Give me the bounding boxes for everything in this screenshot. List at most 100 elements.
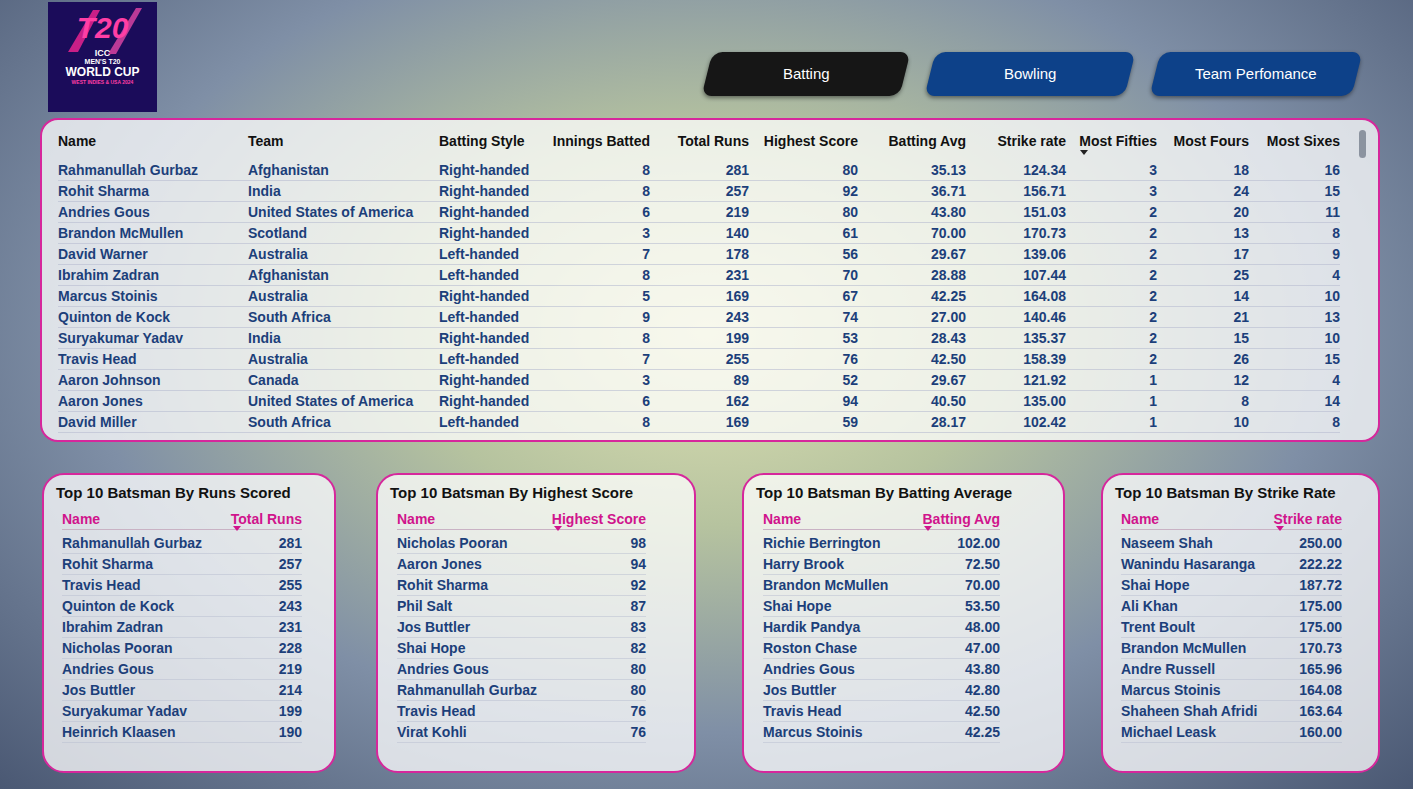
card-row[interactable]: Naseem Shah250.00 [1121, 533, 1342, 554]
card-row[interactable]: Shai Hope187.72 [1121, 575, 1342, 596]
column-label[interactable]: Most Fifties [1079, 131, 1157, 152]
column-header[interactable]: Highest Score [552, 507, 646, 531]
table-row[interactable]: Marcus StoinisAustraliaRight-handed51696… [58, 286, 1340, 307]
scrollbar-thumb[interactable] [1359, 130, 1366, 158]
column-label[interactable]: Most Fours [1174, 131, 1249, 152]
card-row[interactable]: Andries Gous219 [62, 659, 302, 680]
card-row[interactable]: Andre Russell165.96 [1121, 659, 1342, 680]
column-label[interactable]: Name [58, 131, 96, 152]
card-row[interactable]: Quinton de Kock243 [62, 596, 302, 617]
table-row[interactable]: Travis HeadAustraliaLeft-handed72557642.… [58, 349, 1340, 370]
table-row[interactable]: Brandon McMullenScotlandRight-handed3140… [58, 223, 1340, 244]
card-row[interactable]: Rohit Sharma92 [397, 575, 646, 596]
card-row[interactable]: Suryakumar Yadav199 [62, 701, 302, 722]
column-label[interactable]: Strike rate [1274, 511, 1342, 527]
card-row[interactable]: Hardik Pandya48.00 [763, 617, 1000, 638]
column-header[interactable]: Most Fours [1157, 130, 1249, 152]
table-row[interactable]: Andries GousUnited States of AmericaRigh… [58, 202, 1340, 223]
table-row[interactable]: Rohit SharmaIndiaRight-handed82579236.71… [58, 181, 1340, 202]
column-header[interactable]: Name [1121, 507, 1159, 531]
column-header[interactable]: Name [397, 507, 435, 531]
column-header[interactable]: Strike rate [966, 130, 1066, 152]
column-label[interactable]: Name [1121, 511, 1159, 527]
table-row[interactable]: David WarnerAustraliaLeft-handed71785629… [58, 244, 1340, 265]
tab-label[interactable]: Batting [783, 63, 830, 86]
card-row[interactable]: Shai Hope53.50 [763, 596, 1000, 617]
card-row[interactable]: Travis Head76 [397, 701, 646, 722]
table-row[interactable]: Suryakumar YadavIndiaRight-handed8199532… [58, 328, 1340, 349]
table-row[interactable]: Ibrahim ZadranAfghanistanLeft-handed8231… [58, 265, 1340, 286]
card-row[interactable]: Roston Chase47.00 [763, 638, 1000, 659]
column-label[interactable]: Batting Avg [888, 131, 966, 152]
card-row[interactable]: Shai Hope82 [397, 638, 646, 659]
column-label[interactable]: Highest Score [764, 131, 858, 152]
column-label[interactable]: Highest Score [552, 511, 646, 527]
card-row[interactable]: Trent Boult175.00 [1121, 617, 1342, 638]
card-row[interactable]: Richie Berrington102.00 [763, 533, 1000, 554]
column-label[interactable]: Most Sixes [1267, 131, 1340, 152]
card-row[interactable]: Ali Khan175.00 [1121, 596, 1342, 617]
tab-label[interactable]: Bowling [1004, 63, 1057, 86]
column-header[interactable]: Highest Score [749, 130, 858, 152]
column-label[interactable]: Total Runs [231, 511, 302, 527]
card-row[interactable]: Michael Leask160.00 [1121, 722, 1342, 743]
card-row[interactable]: Wanindu Hasaranga222.22 [1121, 554, 1342, 575]
card-row[interactable]: Shaheen Shah Afridi163.64 [1121, 701, 1342, 722]
column-label[interactable]: Team [248, 131, 284, 152]
card-row[interactable]: Heinrich Klaasen190 [62, 722, 302, 743]
column-label[interactable]: Batting Avg [922, 511, 1000, 527]
table-cell: 11 [1249, 202, 1340, 223]
column-header[interactable]: Batting Avg [858, 130, 966, 152]
card-row[interactable]: Jos Buttler214 [62, 680, 302, 701]
column-header[interactable]: Team [248, 130, 439, 152]
column-header[interactable]: Strike rate [1274, 507, 1342, 531]
card-row[interactable]: Marcus Stoinis42.25 [763, 722, 1000, 743]
card-row[interactable]: Andries Gous80 [397, 659, 646, 680]
card-row[interactable]: Phil Salt87 [397, 596, 646, 617]
column-header[interactable]: Total Runs [650, 130, 749, 152]
stat-value: 83 [630, 617, 646, 638]
card-row[interactable]: Brandon McMullen70.00 [763, 575, 1000, 596]
card-row[interactable]: Nicholas Pooran98 [397, 533, 646, 554]
tab[interactable]: Batting [702, 52, 911, 96]
column-header[interactable]: Most Fifties [1066, 130, 1157, 152]
column-label[interactable]: Total Runs [678, 131, 749, 152]
table-row[interactable]: Rahmanullah GurbazAfghanistanRight-hande… [58, 160, 1340, 181]
card-row[interactable]: Andries Gous43.80 [763, 659, 1000, 680]
card-row[interactable]: Rohit Sharma257 [62, 554, 302, 575]
card-row[interactable]: Travis Head255 [62, 575, 302, 596]
table-row[interactable]: Aaron JohnsonCanadaRight-handed3895229.6… [58, 370, 1340, 391]
card-row[interactable]: Virat Kohli76 [397, 722, 646, 743]
card-row[interactable]: Brandon McMullen170.73 [1121, 638, 1342, 659]
tab[interactable]: Bowling [925, 52, 1136, 96]
column-header[interactable]: Batting Avg [922, 507, 1000, 531]
card-row[interactable]: Marcus Stoinis164.08 [1121, 680, 1342, 701]
column-label[interactable]: Name [62, 511, 100, 527]
column-header[interactable]: Total Runs [231, 507, 302, 531]
column-label[interactable]: Strike rate [998, 131, 1066, 152]
card-row[interactable]: Rahmanullah Gurbaz80 [397, 680, 646, 701]
card-row[interactable]: Jos Buttler42.80 [763, 680, 1000, 701]
column-header[interactable]: Batting Style [439, 130, 549, 152]
column-label[interactable]: Batting Style [439, 131, 525, 152]
column-header[interactable]: Name [58, 130, 248, 152]
tab-label[interactable]: Team Perfomance [1195, 63, 1317, 86]
column-header[interactable]: Name [763, 507, 801, 531]
card-row[interactable]: Jos Buttler83 [397, 617, 646, 638]
table-row[interactable]: David MillerSouth AfricaLeft-handed81695… [58, 412, 1340, 433]
card-row[interactable]: Nicholas Pooran228 [62, 638, 302, 659]
column-header[interactable]: Innings Batted [549, 130, 650, 152]
column-header[interactable]: Most Sixes [1249, 130, 1340, 152]
column-label[interactable]: Name [763, 511, 801, 527]
column-header[interactable]: Name [62, 507, 100, 531]
column-label[interactable]: Name [397, 511, 435, 527]
card-row[interactable]: Ibrahim Zadran231 [62, 617, 302, 638]
card-row[interactable]: Harry Brook72.50 [763, 554, 1000, 575]
card-row[interactable]: Aaron Jones94 [397, 554, 646, 575]
tab[interactable]: Team Perfomance [1150, 52, 1363, 96]
column-label[interactable]: Innings Batted [553, 131, 650, 152]
table-row[interactable]: Quinton de KockSouth AfricaLeft-handed92… [58, 307, 1340, 328]
table-row[interactable]: Aaron JonesUnited States of AmericaRight… [58, 391, 1340, 412]
card-row[interactable]: Travis Head42.50 [763, 701, 1000, 722]
card-row[interactable]: Rahmanullah Gurbaz281 [62, 533, 302, 554]
